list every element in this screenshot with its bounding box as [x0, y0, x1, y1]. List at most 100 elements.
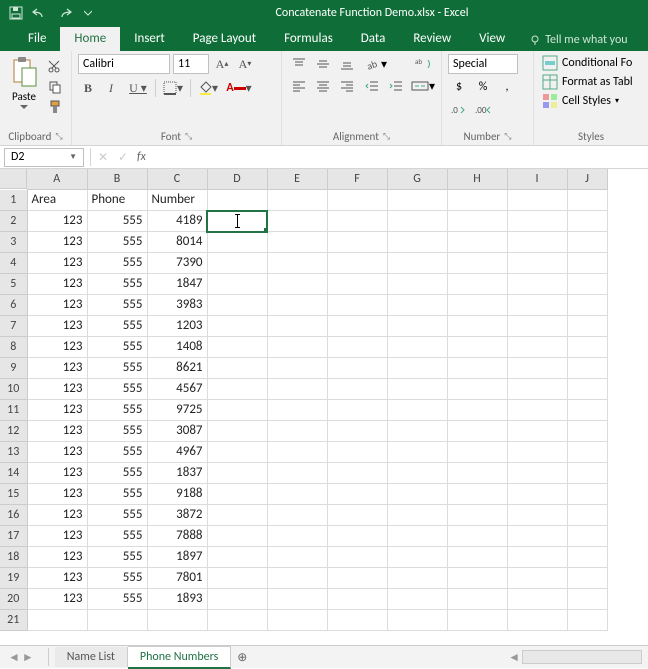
- cell-C2[interactable]: 4189: [147, 211, 207, 232]
- cell-E2[interactable]: [267, 211, 327, 232]
- cell-F5[interactable]: [327, 274, 387, 295]
- format-as-table-button[interactable]: Format as Tabl: [540, 73, 642, 91]
- cell-H17[interactable]: [447, 526, 507, 547]
- cell-D14[interactable]: [207, 463, 267, 484]
- cell-E10[interactable]: [267, 379, 327, 400]
- undo-icon[interactable]: [30, 3, 50, 23]
- accounting-format-button[interactable]: $: [448, 77, 470, 97]
- cell-E17[interactable]: [267, 526, 327, 547]
- cell-D3[interactable]: [207, 232, 267, 253]
- col-header-E[interactable]: E: [267, 169, 327, 190]
- row-header-11[interactable]: 11: [0, 400, 27, 421]
- cell-D9[interactable]: [207, 358, 267, 379]
- cell-A12[interactable]: 123: [27, 421, 87, 442]
- save-icon[interactable]: [6, 3, 26, 23]
- cell-H9[interactable]: [447, 358, 507, 379]
- increase-font-button[interactable]: A▴: [212, 54, 232, 74]
- cell-A20[interactable]: 123: [27, 589, 87, 610]
- row-header-21[interactable]: 21: [0, 610, 27, 631]
- scroll-left-button[interactable]: ◄: [508, 650, 520, 665]
- row-header-20[interactable]: 20: [0, 589, 27, 610]
- worksheet-grid[interactable]: ABCDEFGHIJ1AreaPhoneNumber21235554189312…: [0, 169, 648, 631]
- cell-J5[interactable]: [567, 274, 607, 295]
- cell-E18[interactable]: [267, 547, 327, 568]
- cell-J11[interactable]: [567, 400, 607, 421]
- cell-G17[interactable]: [387, 526, 447, 547]
- cell-J7[interactable]: [567, 316, 607, 337]
- cell-F9[interactable]: [327, 358, 387, 379]
- tab-home[interactable]: Home: [60, 27, 120, 51]
- cell-A14[interactable]: 123: [27, 463, 87, 484]
- cell-J15[interactable]: [567, 484, 607, 505]
- cell-G9[interactable]: [387, 358, 447, 379]
- cell-I5[interactable]: [507, 274, 567, 295]
- cell-F17[interactable]: [327, 526, 387, 547]
- cell-I7[interactable]: [507, 316, 567, 337]
- cell-H11[interactable]: [447, 400, 507, 421]
- cell-E14[interactable]: [267, 463, 327, 484]
- cell-H2[interactable]: [447, 211, 507, 232]
- cell-G5[interactable]: [387, 274, 447, 295]
- align-bottom-button[interactable]: [336, 54, 358, 74]
- cell-I1[interactable]: [507, 190, 567, 211]
- cell-G2[interactable]: [387, 211, 447, 232]
- cell-B7[interactable]: 555: [87, 316, 147, 337]
- cell-E11[interactable]: [267, 400, 327, 421]
- cell-E19[interactable]: [267, 568, 327, 589]
- cell-A9[interactable]: 123: [27, 358, 87, 379]
- merge-center-button[interactable]: ▾: [410, 76, 436, 96]
- cell-A11[interactable]: 123: [27, 400, 87, 421]
- col-header-I[interactable]: I: [507, 169, 567, 190]
- col-header-J[interactable]: J: [567, 169, 607, 190]
- cell-F7[interactable]: [327, 316, 387, 337]
- cell-J21[interactable]: [567, 610, 607, 631]
- cell-A17[interactable]: 123: [27, 526, 87, 547]
- cell-A18[interactable]: 123: [27, 547, 87, 568]
- cell-J20[interactable]: [567, 589, 607, 610]
- cell-H5[interactable]: [447, 274, 507, 295]
- cell-E8[interactable]: [267, 337, 327, 358]
- cell-I4[interactable]: [507, 253, 567, 274]
- cell-G4[interactable]: [387, 253, 447, 274]
- cell-G19[interactable]: [387, 568, 447, 589]
- row-header-12[interactable]: 12: [0, 421, 27, 442]
- cell-E3[interactable]: [267, 232, 327, 253]
- cell-B16[interactable]: 555: [87, 505, 147, 526]
- cell-D19[interactable]: [207, 568, 267, 589]
- align-middle-button[interactable]: [312, 54, 334, 74]
- cell-H14[interactable]: [447, 463, 507, 484]
- cell-H7[interactable]: [447, 316, 507, 337]
- cell-F15[interactable]: [327, 484, 387, 505]
- add-sheet-button[interactable]: ⊕: [231, 646, 253, 668]
- fill-color-button[interactable]: ▾: [194, 78, 222, 98]
- cell-E9[interactable]: [267, 358, 327, 379]
- cancel-formula-button[interactable]: ✕: [93, 150, 113, 165]
- col-header-F[interactable]: F: [327, 169, 387, 190]
- cell-F12[interactable]: [327, 421, 387, 442]
- cell-E21[interactable]: [267, 610, 327, 631]
- cell-H18[interactable]: [447, 547, 507, 568]
- cell-B2[interactable]: 555: [87, 211, 147, 232]
- cell-B21[interactable]: [87, 610, 147, 631]
- cell-H12[interactable]: [447, 421, 507, 442]
- cell-G18[interactable]: [387, 547, 447, 568]
- cell-B12[interactable]: 555: [87, 421, 147, 442]
- col-header-C[interactable]: C: [147, 169, 207, 190]
- cell-H19[interactable]: [447, 568, 507, 589]
- row-header-6[interactable]: 6: [0, 295, 27, 316]
- cell-B8[interactable]: 555: [87, 337, 147, 358]
- cell-J16[interactable]: [567, 505, 607, 526]
- cell-F1[interactable]: [327, 190, 387, 211]
- cell-C14[interactable]: 1837: [147, 463, 207, 484]
- cell-D15[interactable]: [207, 484, 267, 505]
- cell-E6[interactable]: [267, 295, 327, 316]
- font-size-input[interactable]: [173, 54, 209, 74]
- cell-C12[interactable]: 3087: [147, 421, 207, 442]
- cell-G1[interactable]: [387, 190, 447, 211]
- cell-C15[interactable]: 9188: [147, 484, 207, 505]
- col-header-H[interactable]: H: [447, 169, 507, 190]
- cell-G15[interactable]: [387, 484, 447, 505]
- cell-B15[interactable]: 555: [87, 484, 147, 505]
- cell-B10[interactable]: 555: [87, 379, 147, 400]
- cell-B3[interactable]: 555: [87, 232, 147, 253]
